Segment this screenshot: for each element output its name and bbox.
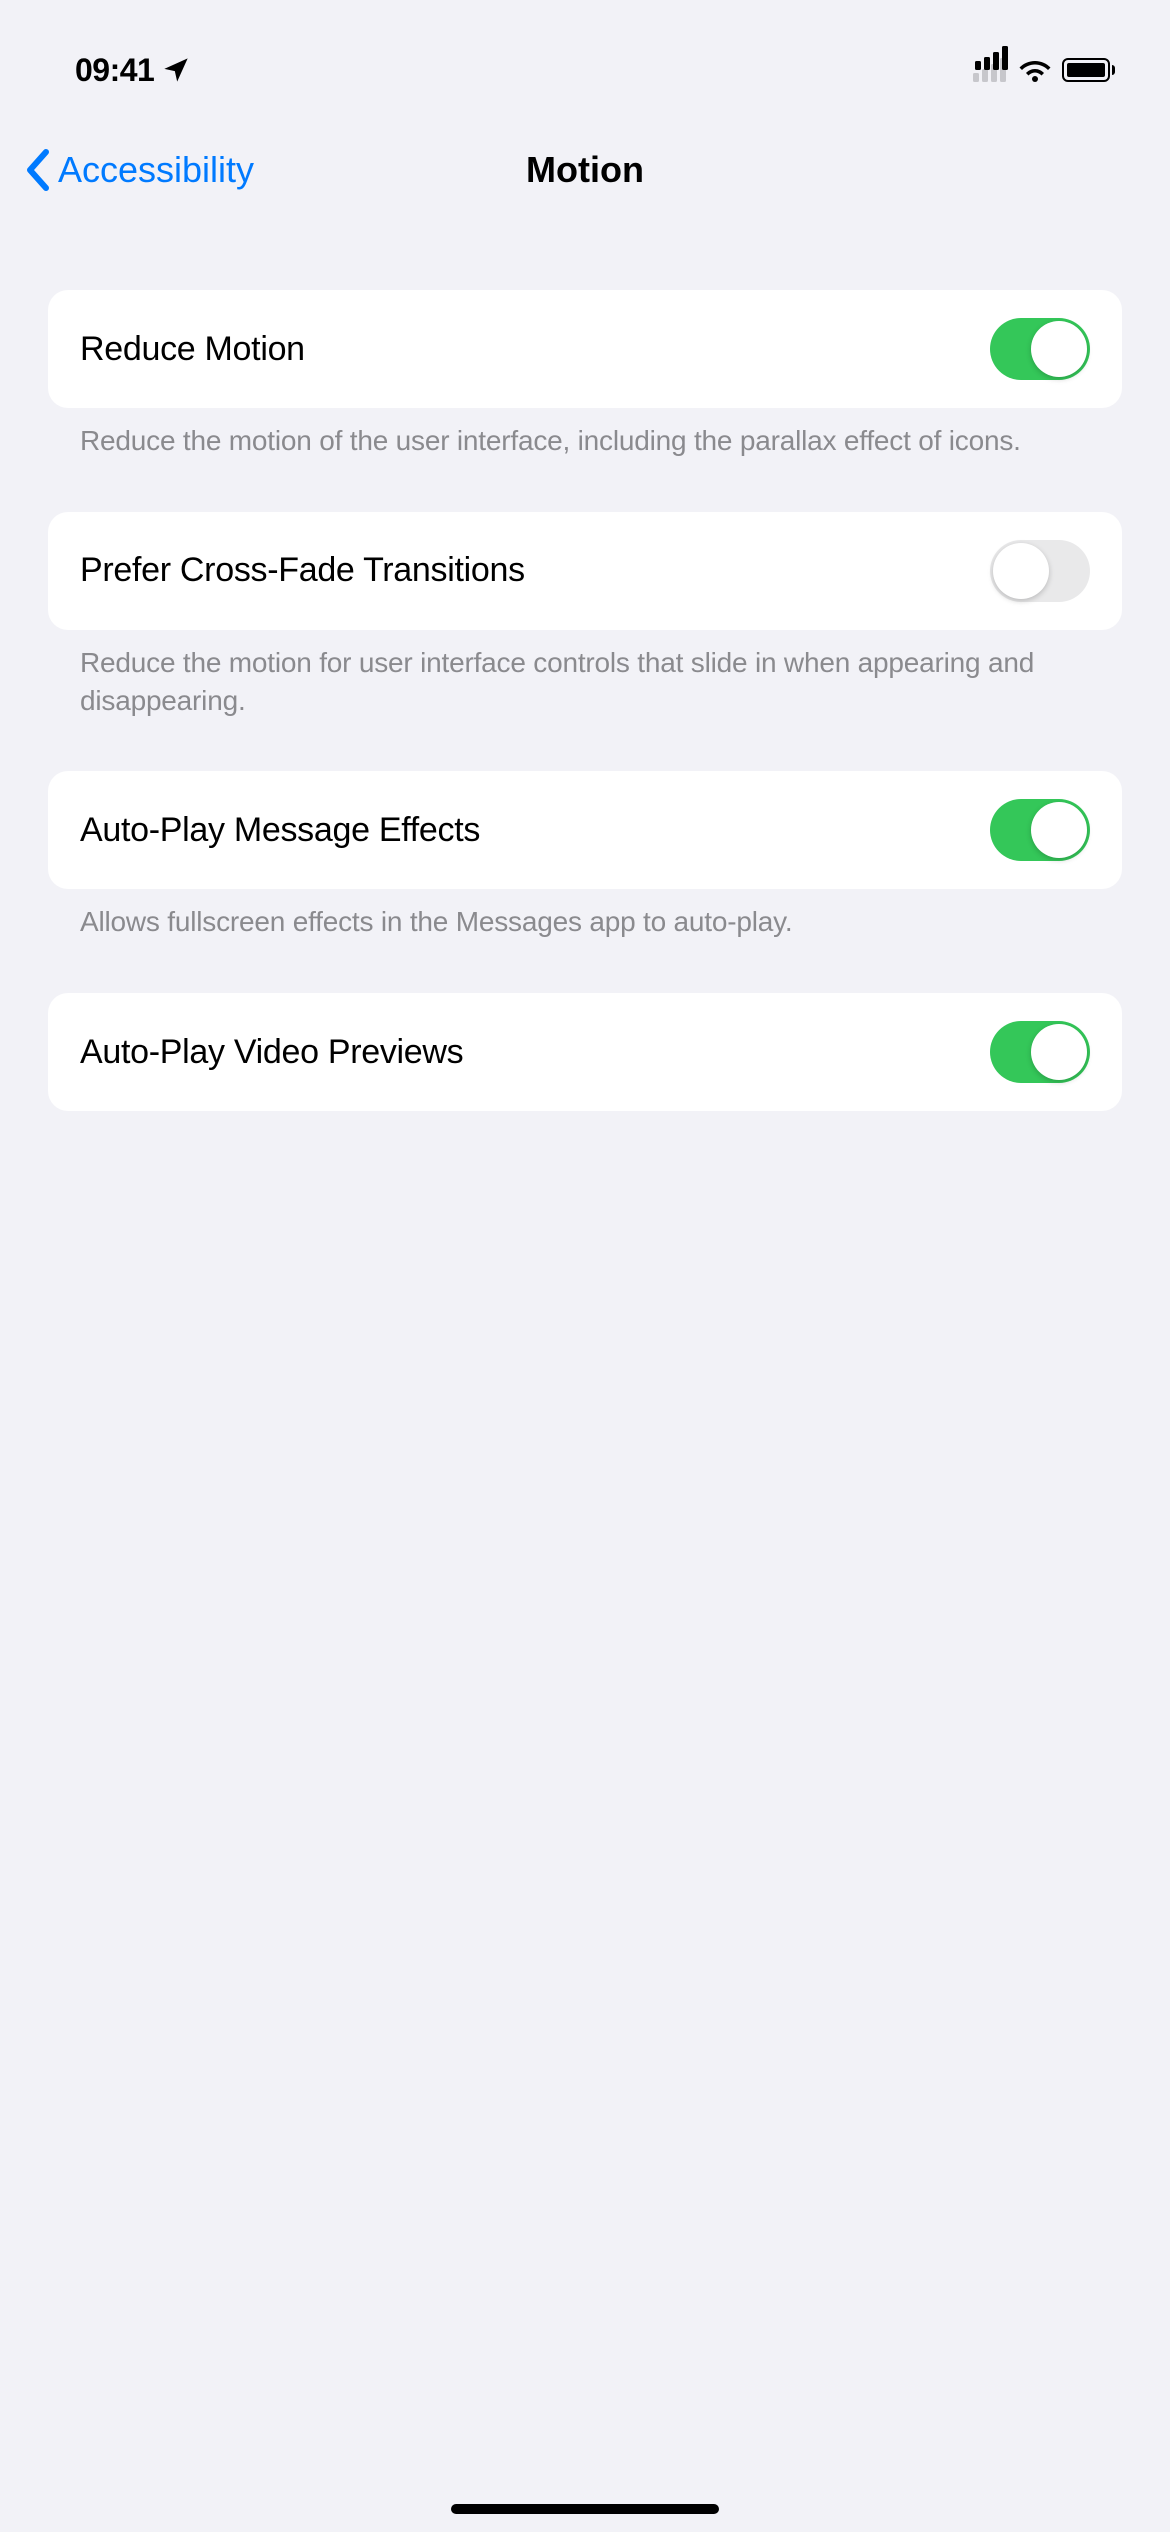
cross-fade-toggle[interactable] (990, 540, 1090, 602)
reduce-motion-toggle[interactable] (990, 318, 1090, 380)
reduce-motion-row[interactable]: Reduce Motion (48, 290, 1122, 408)
battery-icon (1062, 58, 1115, 82)
reduce-motion-label: Reduce Motion (80, 330, 305, 369)
back-label: Accessibility (58, 149, 254, 191)
navigation-bar: Accessibility Motion (0, 110, 1170, 230)
status-time: 09:41 (75, 52, 154, 89)
settings-content: Reduce Motion Reduce the motion of the u… (0, 230, 1170, 1111)
video-previews-toggle[interactable] (990, 1021, 1090, 1083)
cross-fade-footer: Reduce the motion for user interface con… (48, 630, 1122, 720)
settings-group-video-previews: Auto-Play Video Previews (48, 993, 1122, 1111)
settings-group-reduce-motion: Reduce Motion Reduce the motion of the u… (48, 290, 1122, 460)
status-left: 09:41 (75, 52, 190, 89)
cross-fade-label: Prefer Cross-Fade Transitions (80, 551, 525, 590)
cross-fade-row[interactable]: Prefer Cross-Fade Transitions (48, 512, 1122, 630)
settings-group-message-effects: Auto-Play Message Effects Allows fullscr… (48, 771, 1122, 941)
cellular-icon (973, 58, 1008, 82)
message-effects-toggle[interactable] (990, 799, 1090, 861)
wifi-icon (1018, 57, 1052, 83)
message-effects-label: Auto-Play Message Effects (80, 811, 480, 850)
status-right (973, 57, 1115, 83)
back-button[interactable]: Accessibility (24, 148, 254, 192)
home-indicator[interactable] (451, 2504, 719, 2514)
location-icon (162, 56, 190, 84)
chevron-left-icon (24, 148, 52, 192)
status-bar: 09:41 (0, 0, 1170, 110)
settings-group-cross-fade: Prefer Cross-Fade Transitions Reduce the… (48, 512, 1122, 720)
video-previews-label: Auto-Play Video Previews (80, 1033, 463, 1072)
message-effects-row[interactable]: Auto-Play Message Effects (48, 771, 1122, 889)
message-effects-footer: Allows fullscreen effects in the Message… (48, 889, 1122, 941)
video-previews-row[interactable]: Auto-Play Video Previews (48, 993, 1122, 1111)
reduce-motion-footer: Reduce the motion of the user interface,… (48, 408, 1122, 460)
